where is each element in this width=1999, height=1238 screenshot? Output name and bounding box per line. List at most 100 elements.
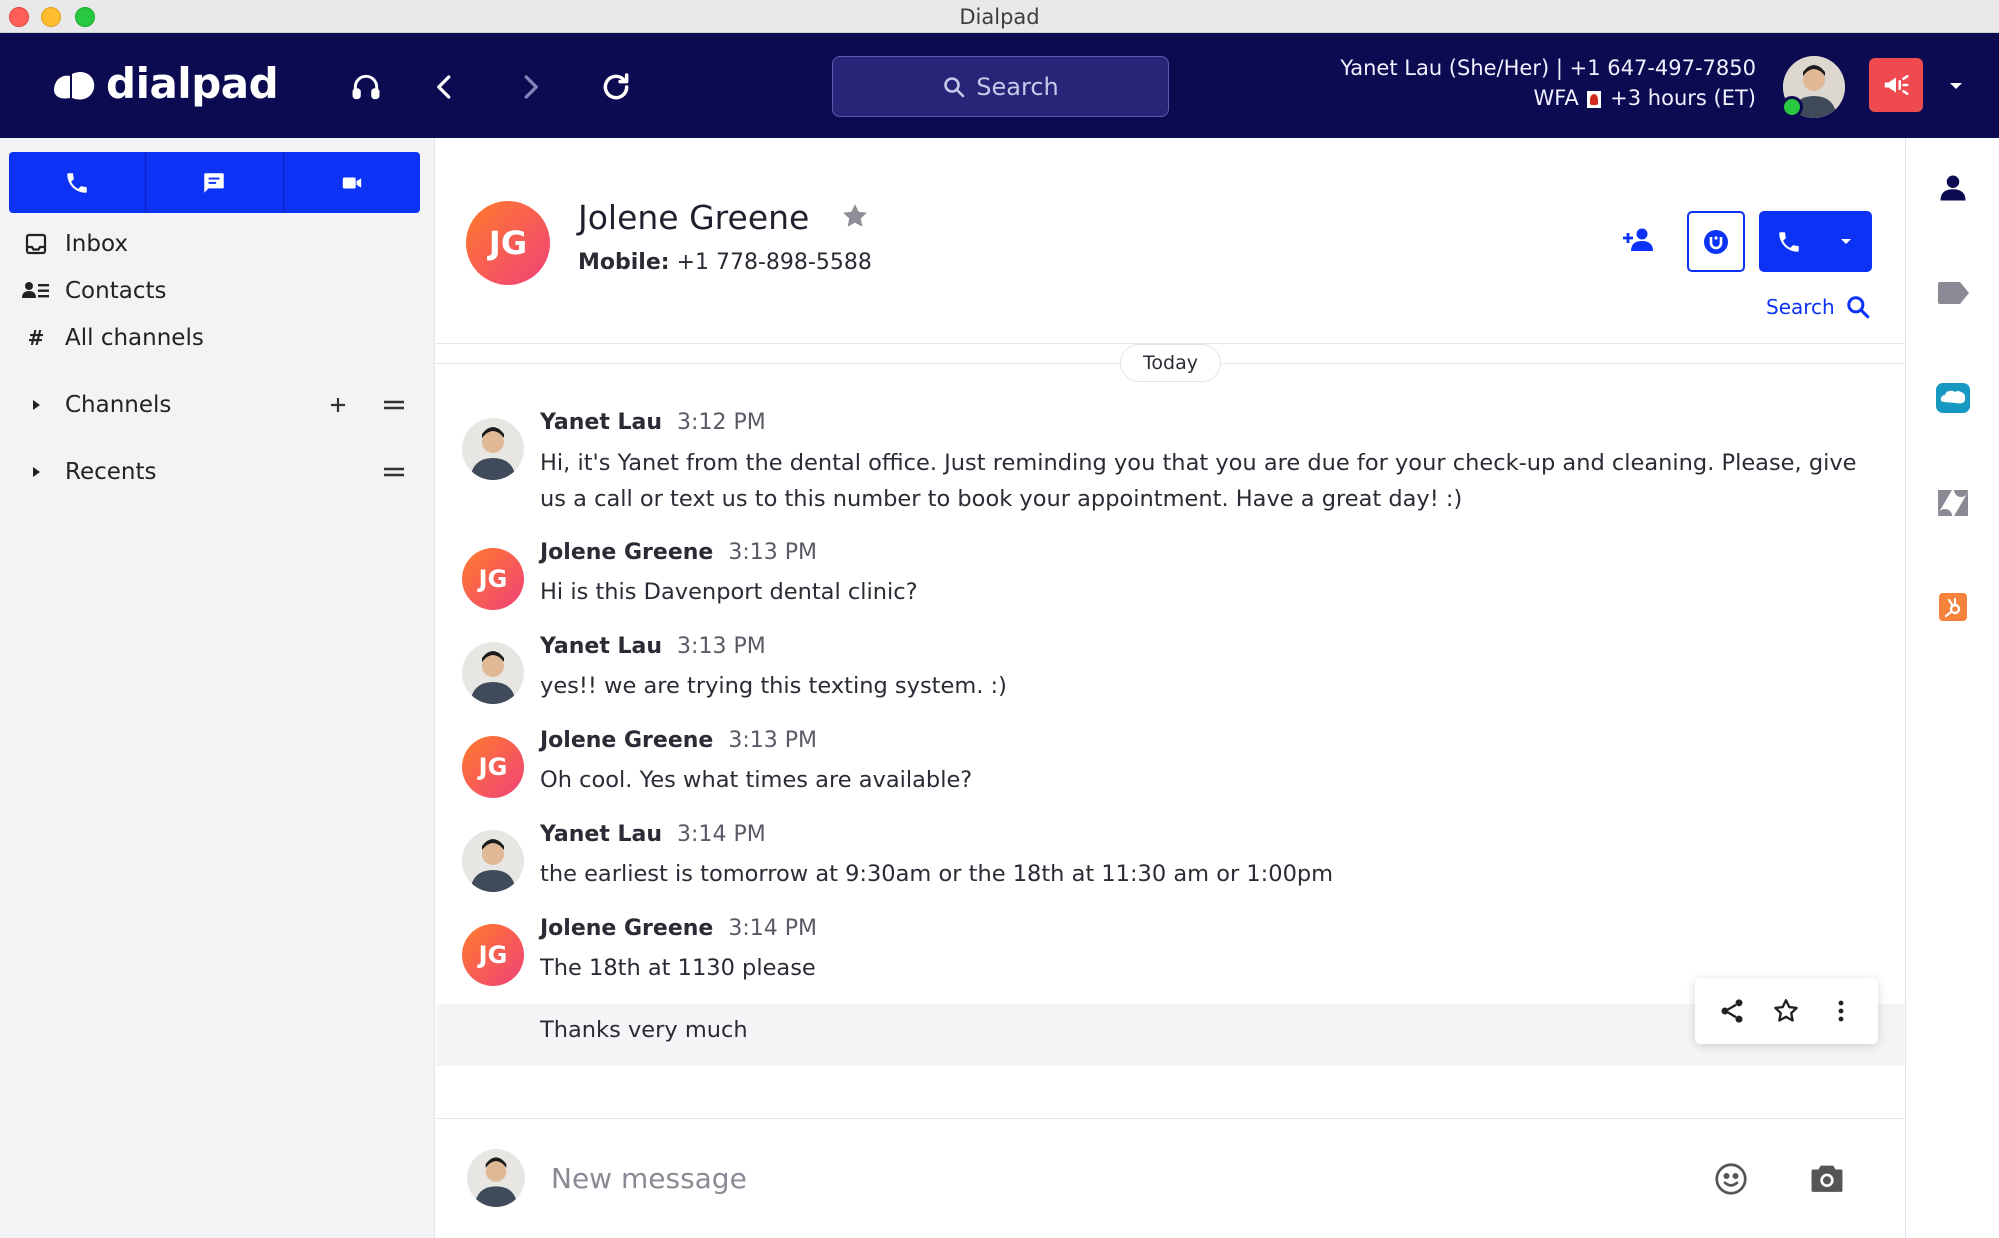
message-text: The 18th at 1130 please — [540, 955, 816, 981]
message-item-hovered[interactable]: Thanks very much — [436, 1004, 1905, 1066]
share-message-button[interactable] — [1712, 991, 1752, 1031]
share-icon — [1721, 999, 1743, 1023]
contact-mobile: Mobile: +1 778-898-5588 — [578, 250, 872, 275]
add-person-icon — [1623, 228, 1653, 251]
message-text: Thanks very much — [540, 1017, 748, 1043]
message-time: 3:13 PM — [677, 634, 766, 659]
tag-icon — [1938, 282, 1969, 304]
user-status[interactable]: Yanet Lau (She/Her) | +1 647-497-7850 WF… — [1340, 53, 1756, 113]
message-text: Oh cool. Yes what times are available? — [540, 767, 973, 793]
user-timezone: +3 hours (ET) — [1610, 86, 1756, 110]
headset-button[interactable] — [342, 63, 390, 111]
emoji-button[interactable] — [1713, 1161, 1749, 1201]
new-message-input[interactable] — [549, 1153, 1549, 1203]
message-meta: Jolene Greene 3:13 PM — [540, 728, 817, 753]
video-tab[interactable] — [284, 152, 420, 213]
sidebar-section-label: Channels — [65, 392, 172, 418]
sender-avatar[interactable] — [462, 418, 524, 480]
sidebar-item-contacts[interactable]: Contacts — [22, 278, 166, 304]
contact-name[interactable]: Jolene Greene — [578, 198, 809, 237]
salesforce-integration-button[interactable] — [1935, 380, 1971, 416]
message-actions-toolbar — [1695, 978, 1878, 1044]
sender-name[interactable]: Jolene Greene — [540, 540, 713, 565]
call-button[interactable] — [1759, 211, 1872, 272]
message-time: 3:13 PM — [728, 540, 817, 565]
sender-name[interactable]: Yanet Lau — [540, 634, 662, 659]
attach-image-button[interactable] — [1808, 1161, 1846, 1199]
refresh-icon — [603, 73, 629, 100]
caret-down-icon — [1950, 83, 1962, 89]
contact-avatar[interactable]: JG — [466, 201, 550, 285]
sidebar-section-channels[interactable]: Channels — [22, 392, 171, 418]
zendesk-integration-button[interactable] — [1935, 485, 1971, 521]
sidebar-item-label: All channels — [65, 325, 204, 351]
headset-icon — [352, 74, 380, 100]
vertical-dots-icon — [1838, 1000, 1844, 1022]
add-channel-button[interactable] — [326, 393, 350, 417]
hubspot-integration-button[interactable] — [1935, 589, 1971, 625]
mobile-number[interactable]: +1 778-898-5588 — [677, 250, 872, 275]
message-text: Hi is this Davenport dental clinic? — [540, 579, 918, 605]
camera-icon — [1811, 1165, 1843, 1192]
dialpad-logo-icon — [54, 71, 95, 100]
integrations-rail — [1905, 138, 1999, 1238]
canada-flag-icon — [1587, 90, 1602, 108]
inbox-icon — [22, 232, 50, 256]
contact-details-button[interactable] — [1935, 170, 1971, 206]
search-icon — [944, 76, 965, 97]
hubspot-icon — [1939, 593, 1967, 621]
sender-avatar[interactable] — [462, 642, 524, 704]
sidebar-item-label: Inbox — [65, 231, 128, 257]
global-search-input[interactable]: Search — [832, 56, 1169, 117]
sidebar: Inbox Contacts # All channels Channels R… — [0, 138, 435, 1238]
back-button[interactable] — [421, 63, 469, 111]
sender-avatar[interactable] — [462, 830, 524, 892]
message-meta: Yanet Lau 3:14 PM — [540, 822, 766, 847]
search-link-label: Search — [1766, 295, 1835, 319]
recents-menu-button[interactable] — [382, 462, 406, 482]
sidebar-item-inbox[interactable]: Inbox — [22, 231, 128, 257]
favorite-button[interactable] — [840, 201, 870, 235]
broadcast-button[interactable] — [1869, 58, 1923, 112]
chevron-right-icon — [524, 75, 538, 99]
forward-button[interactable] — [506, 63, 554, 111]
messages-tab[interactable] — [146, 152, 284, 213]
sender-avatar[interactable]: JG — [462, 548, 524, 610]
message-text: Hi, it's Yanet from the dental office. J… — [540, 450, 1857, 512]
sender-name[interactable]: Yanet Lau — [540, 822, 662, 847]
person-photo-icon — [462, 642, 524, 704]
message-text: the earliest is tomorrow at 9:30am or th… — [540, 861, 1334, 887]
call-options-caret-icon[interactable] — [1819, 236, 1872, 248]
sender-avatar[interactable]: JG — [462, 924, 524, 986]
person-photo-icon — [462, 830, 524, 892]
account-menu-toggle[interactable] — [1948, 77, 1964, 96]
logo-text: dialpad — [106, 59, 279, 108]
sidebar-section-recents[interactable]: Recents — [22, 459, 156, 485]
calls-tab[interactable] — [9, 152, 147, 213]
app-badge-icon — [1704, 229, 1728, 254]
tags-button[interactable] — [1935, 275, 1971, 311]
date-divider: Today — [1120, 344, 1221, 382]
mobile-label: Mobile: — [578, 250, 670, 275]
contacts-icon — [22, 280, 50, 302]
megaphone-icon — [1884, 75, 1909, 95]
menu-icon — [384, 467, 404, 477]
ringcentral-app-button[interactable] — [1687, 211, 1745, 272]
search-icon — [1846, 296, 1869, 319]
sidebar-item-all-channels[interactable]: # All channels — [22, 325, 204, 351]
more-options-button[interactable] — [1821, 991, 1861, 1031]
sender-name[interactable]: Jolene Greene — [540, 728, 713, 753]
refresh-button[interactable] — [592, 63, 640, 111]
dialpad-logo[interactable]: dialpad — [50, 59, 279, 108]
message-meta: Jolene Greene 3:14 PM — [540, 916, 817, 941]
sender-avatar[interactable]: JG — [462, 736, 524, 798]
channels-menu-button[interactable] — [382, 395, 406, 415]
conversation-search-link[interactable]: Search — [1766, 294, 1871, 320]
star-message-button[interactable] — [1766, 991, 1806, 1031]
sender-name[interactable]: Jolene Greene — [540, 916, 713, 941]
my-composer-avatar — [467, 1149, 525, 1207]
add-contact-button[interactable] — [1623, 227, 1655, 257]
smiley-icon — [1715, 1163, 1747, 1195]
sender-name[interactable]: Yanet Lau — [540, 410, 662, 435]
message-time: 3:14 PM — [728, 916, 817, 941]
